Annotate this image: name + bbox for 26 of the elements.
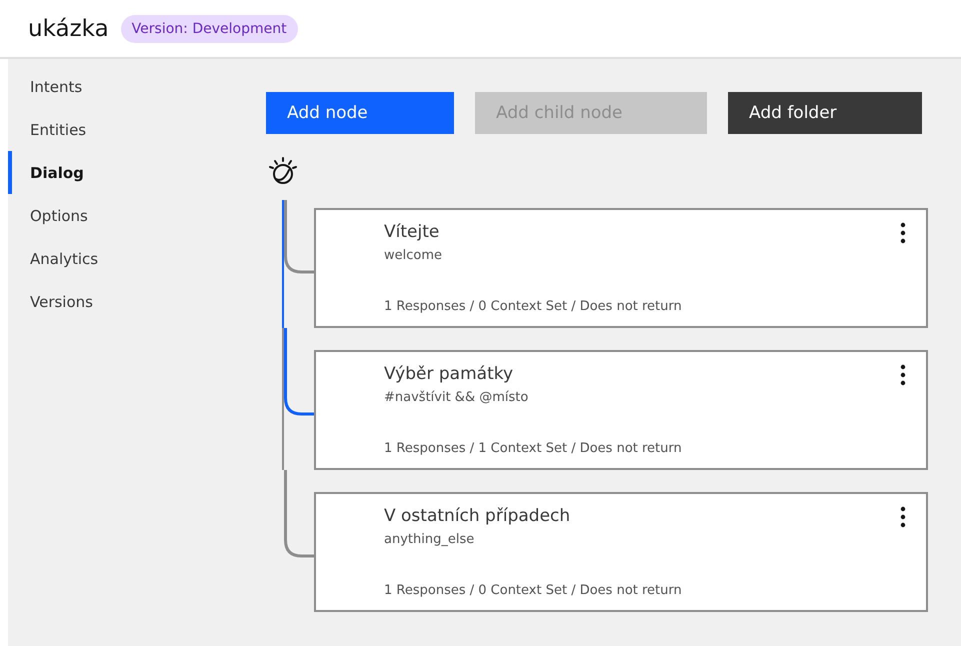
toolbar-button[interactable]: Add node [266,92,454,134]
dialog-node-card[interactable]: Vítejte welcome 1 Responses / 0 Context Set / Does not return [314,208,928,328]
node-condition: welcome [384,248,442,263]
toolbar-button[interactable]: Add folder [728,92,922,134]
node-condition: #navštívit && @místo [384,390,528,405]
sidebar-item[interactable]: Dialog [8,151,258,194]
workspace-title: ukázka [28,16,109,42]
node-condition: anything_else [384,532,474,547]
node-summary: 1 Responses / 1 Context Set / Does not return [384,441,682,456]
sidebar-item[interactable]: Entities [8,108,258,151]
more-options-icon[interactable] [900,364,906,386]
sidebar-item[interactable]: Options [8,194,258,237]
node-title: Vítejte [384,222,440,242]
more-options-icon[interactable] [900,506,906,528]
more-options-icon[interactable] [900,222,906,244]
node-summary: 1 Responses / 0 Context Set / Does not return [384,299,682,314]
sidebar-item[interactable]: Analytics [8,237,258,280]
node-summary: 1 Responses / 0 Context Set / Does not return [384,583,682,598]
sidebar-item[interactable]: Versions [8,280,258,323]
node-title: V ostatních případech [384,506,570,526]
bulb-icon [267,155,299,187]
node-title: Výběr památky [384,364,514,384]
version-tag: Version: Development [120,14,298,42]
dialog-node-card[interactable]: V ostatních případech anything_else 1 Responses / 0 Context Set / Does not return [314,492,928,612]
dialog-node-card[interactable]: Výběr památky #navštívit && @místo 1 Responses / 1 Context Set / Does not return [314,350,928,470]
sidebar-item[interactable]: Intents [8,65,258,108]
